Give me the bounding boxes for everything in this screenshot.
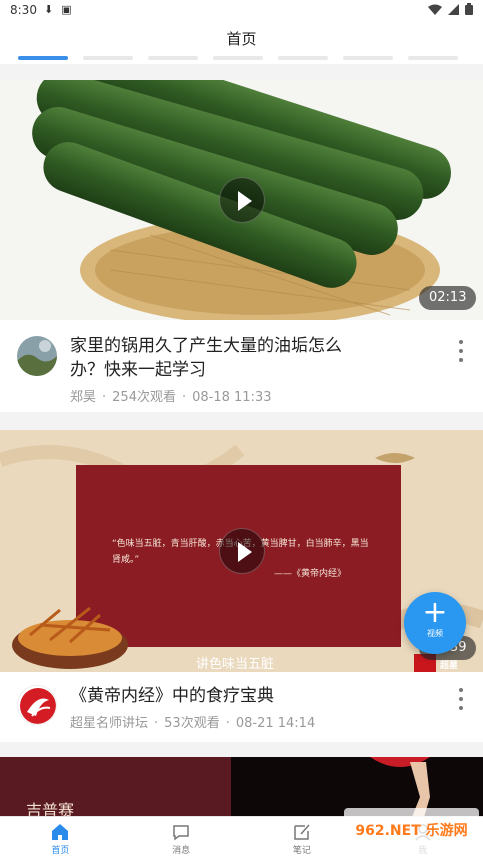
battery-icon [465, 3, 473, 15]
play-icon[interactable] [219, 528, 265, 574]
video-thumbnail[interactable]: 02:13 [0, 80, 483, 320]
status-bar: 8:30 ⬇ ▣ [0, 0, 483, 22]
download-icon: ⬇ [44, 3, 54, 16]
category-tab[interactable] [408, 56, 458, 60]
thumbnail-text: 吉普赛 [26, 801, 75, 817]
nav-item-messages[interactable]: 消息 [121, 817, 242, 858]
video-author[interactable]: 郑昊 [70, 390, 96, 405]
page-title: 首页 [226, 30, 257, 48]
nav-item-home[interactable]: 首页 [0, 817, 121, 858]
status-time: 8:30 [10, 3, 37, 17]
nav-label: 消息 [172, 846, 191, 856]
category-tab[interactable] [213, 56, 263, 60]
video-caption: 讲色味当五脏 [196, 657, 275, 672]
add-button[interactable]: + 视频 [404, 592, 466, 654]
more-options-icon[interactable] [457, 688, 465, 710]
signal-icon [448, 3, 459, 15]
category-tab-strip [0, 56, 483, 64]
quote-source: ——《黄帝内经》 [274, 569, 347, 579]
publish-date: 08-18 11:33 [192, 390, 272, 405]
video-author[interactable]: 超星名师讲坛 [70, 716, 148, 731]
video-title[interactable]: 《黄帝内经》中的食疗宝典 [70, 684, 370, 708]
video-duration: 02:13 [419, 286, 477, 310]
video-card[interactable]: “色味当五脏，青当肝酸，赤当心苦，黄当脾甘，白当肺辛，黑当肾咸。” ——《黄帝内… [0, 430, 483, 742]
nav-label: 笔记 [292, 846, 311, 856]
video-meta: 超星名师讲坛 · 53次观看 · 08-21 14:14 [70, 716, 316, 731]
play-icon[interactable] [219, 177, 265, 223]
category-tab[interactable] [278, 56, 328, 60]
category-tab[interactable] [343, 56, 393, 60]
more-options-icon[interactable] [457, 340, 465, 362]
app-screen: 8:30 ⬇ ▣ 首页 02:13 家里的锅用久了产生大量的油垢怎么办？快来一起… [0, 0, 483, 858]
category-tab[interactable] [83, 56, 133, 60]
video-title[interactable]: 家里的锅用久了产生大量的油垢怎么办？快来一起学习 [70, 334, 370, 382]
category-tab[interactable] [148, 56, 198, 60]
notification-app-icon: ▣ [61, 3, 72, 16]
add-button-label: 视频 [427, 629, 443, 638]
avatar[interactable] [17, 336, 57, 376]
home-icon [52, 824, 69, 840]
publish-date: 08-21 14:14 [235, 716, 316, 731]
app-header: 首页 [0, 22, 483, 58]
video-meta: 郑昊 · 254次观看 · 08-18 11:33 [70, 390, 272, 405]
nav-label: 首页 [51, 846, 70, 856]
wifi-icon [428, 4, 442, 15]
site-watermark: 962.NET 乐游网 [344, 808, 479, 854]
plus-icon: + [422, 595, 448, 630]
note-icon [294, 824, 310, 840]
category-tab-active[interactable] [18, 56, 68, 60]
view-count: 53次观看 [164, 716, 220, 731]
video-card[interactable]: 02:13 家里的锅用久了产生大量的油垢怎么办？快来一起学习 郑昊 · 254次观看… [0, 80, 483, 412]
channel-logo-icon[interactable] [17, 685, 57, 725]
message-icon [173, 825, 189, 841]
view-count: 254次观看 [112, 390, 176, 405]
